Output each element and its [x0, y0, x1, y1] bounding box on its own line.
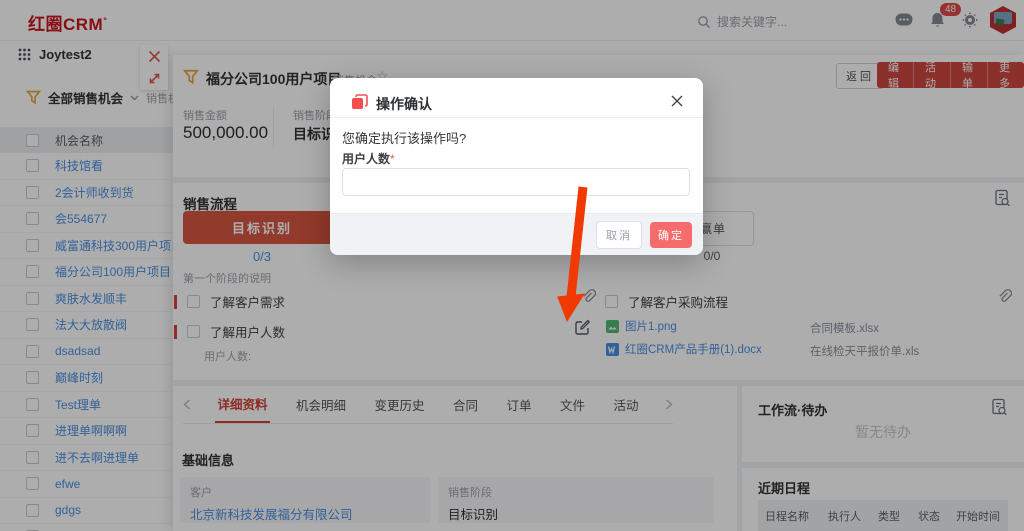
user-count-input[interactable] — [342, 168, 690, 196]
confirm-button[interactable]: 确定 — [650, 222, 692, 248]
dialog-field-label: 用户人数* — [342, 150, 395, 167]
dialog-message: 您确定执行该操作吗? — [342, 128, 466, 147]
annotation-arrow — [550, 175, 610, 330]
confirm-dialog: 操作确认 您确定执行该操作吗? 用户人数* 取消 确定 — [330, 78, 703, 255]
dialog-close-icon[interactable] — [671, 95, 683, 107]
crm-app: 红圈CRM° 搜索关键字... 48 Joytest2 全部销售机会 销售机 机… — [0, 0, 1024, 531]
required-asterisk: * — [390, 152, 395, 166]
dialog-footer: 取消 确定 — [330, 213, 703, 255]
dialog-icon — [351, 94, 368, 111]
dialog-title: 操作确认 — [376, 94, 432, 114]
dialog-divider — [330, 117, 703, 118]
field-label-text: 用户人数 — [342, 152, 390, 166]
